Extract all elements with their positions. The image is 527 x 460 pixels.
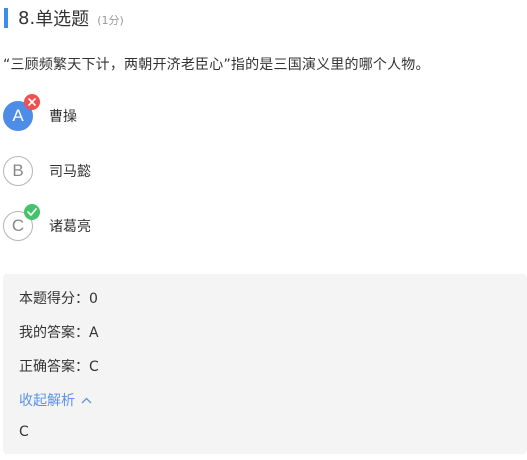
- wrong-icon: [24, 94, 40, 110]
- my-answer-label: 我的答案：: [19, 325, 89, 341]
- option-c-circle[interactable]: C: [3, 204, 40, 241]
- correct-answer-label: 正确答案：: [19, 359, 89, 375]
- my-answer-line: 我的答案：A: [19, 322, 99, 342]
- option-b-letter: B: [12, 161, 24, 180]
- option-a[interactable]: A 曹操: [3, 94, 77, 132]
- question-number: 8.: [18, 7, 36, 29]
- analysis-text: C: [19, 424, 29, 440]
- question-score: (1分): [97, 14, 124, 27]
- question-stem: “三顾频繁天下计，两朝开济老臣心”指的是三国演义里的哪个人物。: [3, 57, 430, 73]
- option-a-text: 曹操: [49, 109, 77, 125]
- my-answer-value: A: [89, 325, 99, 341]
- check-icon: [24, 204, 40, 220]
- correct-answer-line: 正确答案：C: [19, 356, 99, 376]
- score-value: 0: [89, 291, 98, 307]
- chevron-up-icon: [81, 397, 92, 403]
- option-b[interactable]: B 司马懿: [3, 155, 91, 187]
- score-line: 本题得分：0: [19, 288, 98, 308]
- question-accent-bar: [4, 8, 8, 28]
- option-c-text: 诸葛亮: [49, 219, 91, 235]
- option-c-letter: C: [11, 216, 25, 235]
- score-label: 本题得分：: [19, 291, 89, 307]
- option-a-circle[interactable]: A: [3, 94, 40, 131]
- option-b-circle[interactable]: B: [3, 156, 33, 186]
- collapse-analysis-link[interactable]: 收起解析: [19, 390, 92, 410]
- result-panel: 本题得分：0 我的答案：A 正确答案：C 收起解析 C: [3, 274, 527, 454]
- option-a-letter: A: [12, 106, 24, 125]
- option-b-text: 司马懿: [49, 164, 91, 180]
- question-header: 8. 单选题 (1分): [0, 4, 124, 32]
- correct-answer-value: C: [89, 359, 99, 375]
- question-type: 单选题: [35, 9, 90, 30]
- collapse-analysis-label: 收起解析: [19, 393, 75, 409]
- option-c[interactable]: C 诸葛亮: [3, 204, 91, 242]
